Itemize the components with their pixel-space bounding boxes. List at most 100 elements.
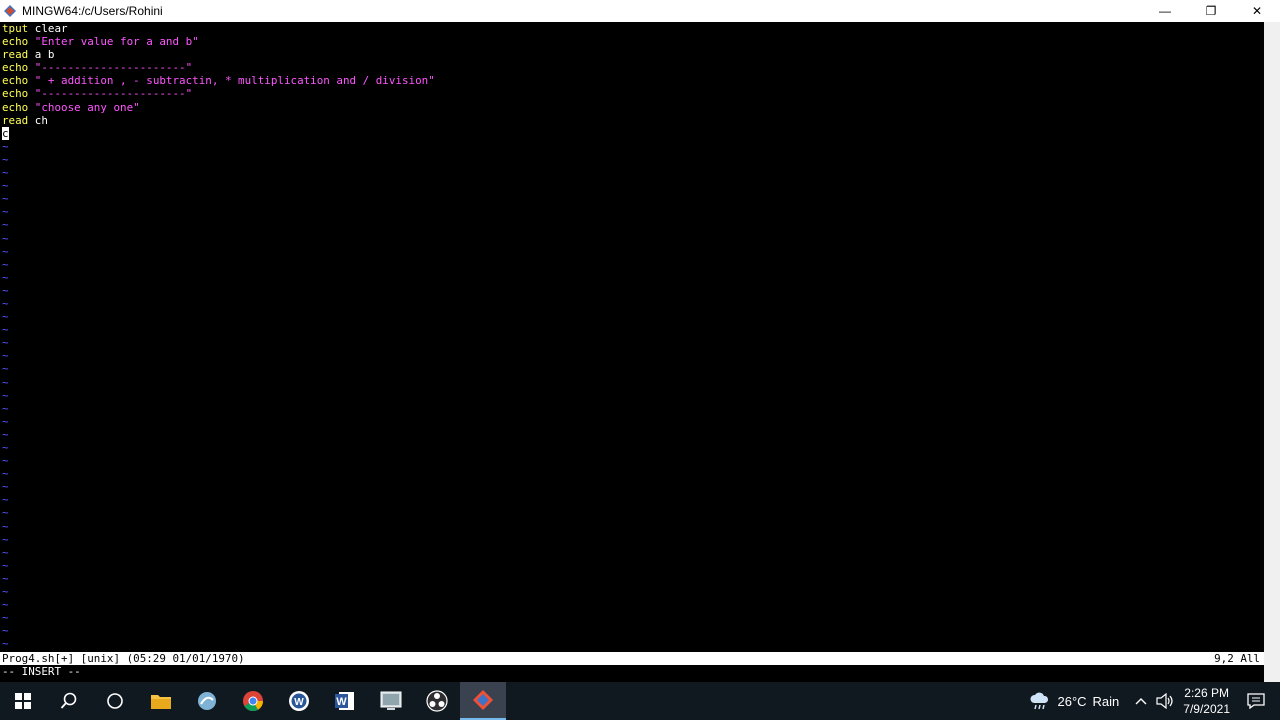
taskbar-clock[interactable]: 2:26 PM 7/9/2021	[1183, 685, 1230, 717]
status-file-info: Prog4.sh[+] [unix] (05:29 01/01/1970)	[2, 652, 245, 665]
empty-line-tilde: ~	[2, 493, 9, 507]
string-token: "Enter value for a and b"	[34, 35, 199, 49]
empty-line-tilde: ~	[2, 585, 9, 599]
weather-widget[interactable]: 26°C Rain	[1029, 691, 1119, 711]
vim-mode-indicator: -- INSERT --	[2, 665, 81, 678]
string-token: "----------------------"	[34, 61, 193, 75]
empty-line-tilde: ~	[2, 388, 9, 402]
app-icon	[198, 692, 216, 710]
string-token: "----------------------"	[34, 87, 193, 101]
empty-line-tilde: ~	[2, 323, 9, 337]
clock-date: 7/9/2021	[1183, 702, 1230, 716]
empty-line-tilde: ~	[2, 257, 9, 271]
empty-line-tilde: ~	[2, 506, 9, 520]
empty-line-tilde: ~	[2, 244, 9, 258]
system-tray: 26°C Rain 2:26 PM 7/9/2021	[1029, 682, 1280, 720]
editor-line: c	[2, 126, 435, 140]
speaker-icon	[1156, 693, 1173, 709]
editor-line: read a b	[2, 48, 435, 61]
editor-line: echo "Enter value for a and b"	[2, 35, 435, 48]
keyword-token: echo	[2, 35, 29, 49]
empty-line-tilde: ~	[2, 467, 9, 481]
plain-token: ch	[28, 113, 48, 127]
empty-line-tilde: ~	[2, 349, 9, 363]
chrome-button[interactable]	[230, 682, 276, 720]
keyword-token: echo	[2, 74, 29, 88]
editor-line: echo "----------------------"	[2, 87, 435, 100]
text-cursor: c	[2, 126, 9, 140]
windows-icon	[15, 693, 31, 709]
taskbar-app-button[interactable]	[184, 682, 230, 720]
restore-icon: ❐	[1205, 4, 1217, 18]
status-cursor-position: 9,2 All	[1214, 652, 1260, 665]
terminal-scrollbar[interactable]	[1264, 22, 1280, 682]
window-titlebar: MINGW64:/c/Users/Rohini — ❐ ✕	[0, 0, 1280, 22]
string-token: "choose any one"	[34, 100, 140, 114]
chevron-up-icon	[1135, 698, 1147, 705]
empty-line-tilde: ~	[2, 231, 9, 245]
empty-line-tilde: ~	[2, 611, 9, 625]
clock-time: 2:26 PM	[1184, 686, 1229, 700]
empty-line-tilde: ~	[2, 192, 9, 206]
word-button[interactable]: W	[322, 682, 368, 720]
empty-line-tilde: ~	[2, 454, 9, 468]
start-button[interactable]	[0, 682, 46, 720]
empty-line-tilde: ~	[2, 336, 9, 350]
terminal-area[interactable]: tput clear echo "Enter value for a and b"…	[0, 22, 1264, 682]
windows-taskbar: W W 26°C Rain 2:26 PM 7/9/2021	[0, 682, 1280, 720]
close-icon: ✕	[1251, 4, 1263, 18]
empty-line-tilde: ~	[2, 532, 9, 546]
empty-line-tilde: ~	[2, 598, 9, 612]
string-token: " + addition , - subtractin, * multiplic…	[34, 74, 435, 88]
maximize-button[interactable]: ❐	[1188, 0, 1234, 22]
empty-line-tilde: ~	[2, 414, 9, 428]
minimize-button[interactable]: —	[1142, 0, 1188, 22]
window-app-button[interactable]	[368, 682, 414, 720]
empty-line-tilde: ~	[2, 480, 9, 494]
volume-button[interactable]	[1153, 693, 1177, 709]
editor-line: tput clear	[2, 22, 435, 35]
keyword-token: echo	[2, 100, 29, 114]
weather-temp: 26°C	[1057, 693, 1087, 709]
empty-line-tilde: ~	[2, 310, 9, 324]
notification-icon	[1247, 693, 1265, 709]
editor-line: echo " + addition , - subtractin, * mult…	[2, 74, 435, 87]
empty-line-tilde: ~	[2, 401, 9, 415]
word-circle-button[interactable]: W	[276, 682, 322, 720]
keyword-token: echo	[2, 87, 29, 101]
editor-buffer[interactable]: tput clear echo "Enter value for a and b"…	[2, 22, 435, 651]
close-button[interactable]: ✕	[1234, 0, 1280, 22]
notifications-button[interactable]	[1244, 693, 1268, 709]
git-bash-taskbar-button[interactable]	[460, 682, 506, 720]
task-view-icon	[107, 693, 123, 709]
empty-line-tilde: ~	[2, 362, 9, 376]
empty-line-tilde: ~	[2, 545, 9, 559]
empty-line-tilde: ~	[2, 152, 9, 166]
empty-line-tilde: ~	[2, 427, 9, 441]
editor-line: read ch	[2, 114, 435, 127]
empty-line-tilde: ~	[2, 637, 9, 651]
empty-line-tilde: ~	[2, 624, 9, 638]
git-bash-app-icon	[4, 5, 16, 17]
editor-line: echo "----------------------"	[2, 61, 435, 74]
word-circle-icon: W	[289, 691, 309, 711]
empty-line-tilde: ~	[2, 519, 9, 533]
empty-line-tilde: ~	[2, 283, 9, 297]
search-button[interactable]	[46, 682, 92, 720]
empty-line-tilde: ~	[2, 571, 9, 585]
obs-button[interactable]	[414, 682, 460, 720]
editor-line: echo "choose any one"	[2, 101, 435, 114]
empty-line-tilde: ~	[2, 270, 9, 284]
empty-line-tilde: ~	[2, 166, 9, 180]
show-hidden-icons-button[interactable]	[1129, 697, 1153, 705]
empty-line-tilde: ~	[2, 375, 9, 389]
empty-line-tilde: ~	[2, 296, 9, 310]
empty-line-tilde: ~	[2, 441, 9, 454]
cloud-rain-icon	[1030, 692, 1049, 710]
folder-icon	[151, 695, 171, 709]
task-view-button[interactable]	[92, 682, 138, 720]
window-title: MINGW64:/c/Users/Rohini	[22, 4, 163, 18]
file-explorer-button[interactable]	[138, 682, 184, 720]
empty-line-tilde: ~	[2, 558, 9, 572]
vim-statusline: Prog4.sh[+] [unix] (05:29 01/01/1970) 9,…	[0, 652, 1264, 665]
